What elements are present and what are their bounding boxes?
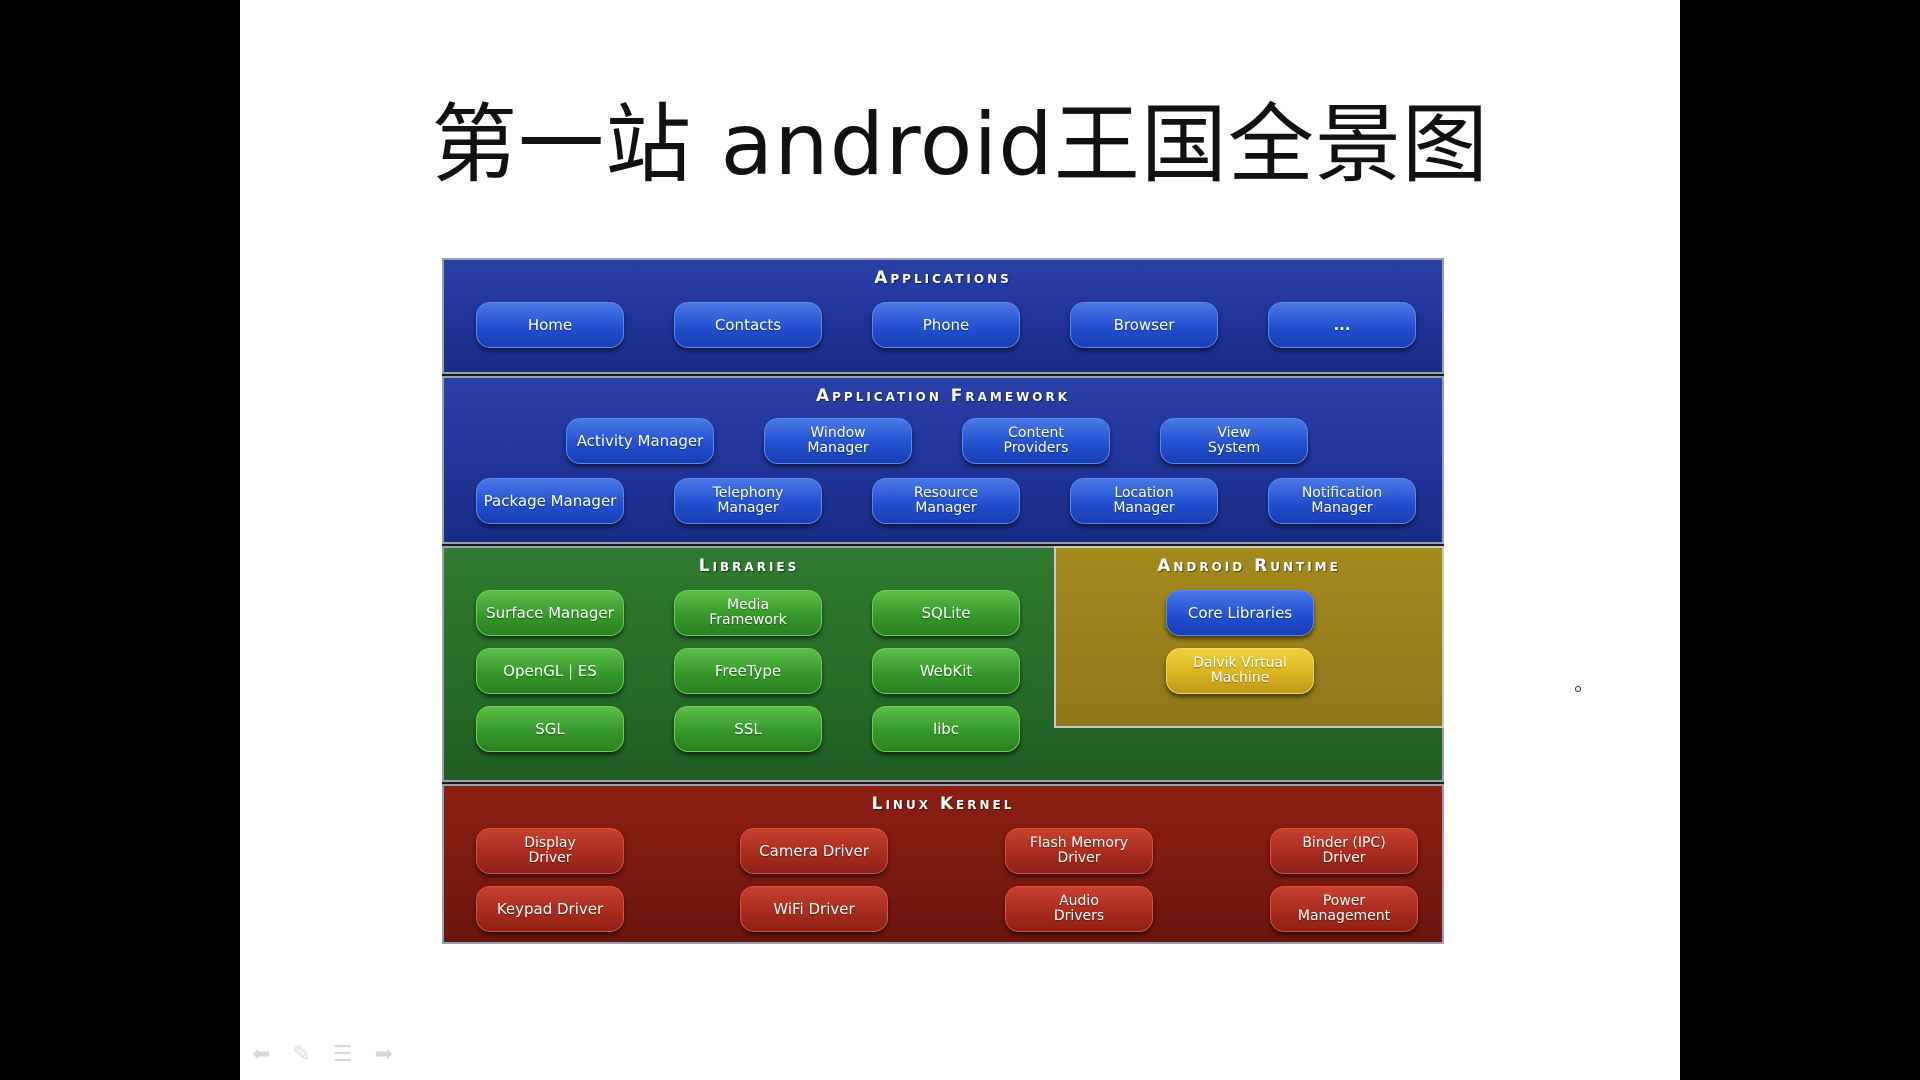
app-phone: Phone [872,302,1020,348]
k-power-management: Power Management [1270,886,1418,932]
k-audio-drivers: Audio Drivers [1005,886,1153,932]
applications-title: Applications [874,268,1012,288]
lib-opengl-es: OpenGL | ES [476,648,624,694]
k-camera-driver: Camera Driver [740,828,888,874]
fw-view-system: View System [1160,418,1308,464]
runtime-layer: Android Runtime Core Libraries Dalvik Vi… [1054,546,1444,728]
k-keypad-driver: Keypad Driver [476,886,624,932]
k-display-driver: Display Driver [476,828,624,874]
k-binder-ipc-driver: Binder (IPC) Driver [1270,828,1418,874]
lib-ssl: SSL [674,706,822,752]
android-architecture-diagram: Applications Home Contacts Phone Browser… [442,258,1444,944]
framework-title: Application Framework [815,386,1071,406]
k-flash-memory-driver: Flash Memory Driver [1005,828,1153,874]
lib-sgl: SGL [476,706,624,752]
runtime-title: Android Runtime [1157,556,1341,576]
fw-location-manager: Location Manager [1070,478,1218,524]
fw-notification-manager: Notification Manager [1268,478,1416,524]
k-wifi-driver: WiFi Driver [740,886,888,932]
lib-freetype: FreeType [674,648,822,694]
fw-window-manager: Window Manager [764,418,912,464]
libraries-title: Libraries [698,556,800,576]
applications-layer: Applications Home Contacts Phone Browser… [442,258,1444,374]
fw-content-providers: Content Providers [962,418,1110,464]
next-arrow-icon[interactable]: ➡ [375,1042,393,1067]
slideshow-nav: ⬅ ✎ ☰ ➡ [252,1042,393,1067]
rt-core-libraries: Core Libraries [1166,590,1314,636]
slide: 第一站 android王国全景图 Applications Home Conta… [240,0,1680,1080]
fw-package-manager: Package Manager [476,478,624,524]
kernel-layer: Linux Kernel Display Driver Camera Drive… [442,784,1444,944]
fw-telephony-manager: Telephony Manager [674,478,822,524]
cursor-dot [1575,686,1581,692]
kernel-title: Linux Kernel [871,794,1015,814]
lib-webkit: WebKit [872,648,1020,694]
menu-icon[interactable]: ☰ [333,1042,353,1067]
app-contacts: Contacts [674,302,822,348]
lib-sqlite: SQLite [872,590,1020,636]
prev-arrow-icon[interactable]: ⬅ [252,1042,270,1067]
app-more: ... [1268,302,1416,348]
app-home: Home [476,302,624,348]
fw-activity-manager: Activity Manager [566,418,714,464]
pen-icon[interactable]: ✎ [292,1042,310,1067]
rt-dalvik-vm: Dalvik Virtual Machine [1166,648,1314,694]
app-browser: Browser [1070,302,1218,348]
framework-layer: Application Framework Activity Manager W… [442,376,1444,544]
lib-libc: libc [872,706,1020,752]
slide-title: 第一站 android王国全景图 [431,95,1489,195]
lib-media-framework: Media Framework [674,590,822,636]
lib-surface-manager: Surface Manager [476,590,624,636]
fw-resource-manager: Resource Manager [872,478,1020,524]
